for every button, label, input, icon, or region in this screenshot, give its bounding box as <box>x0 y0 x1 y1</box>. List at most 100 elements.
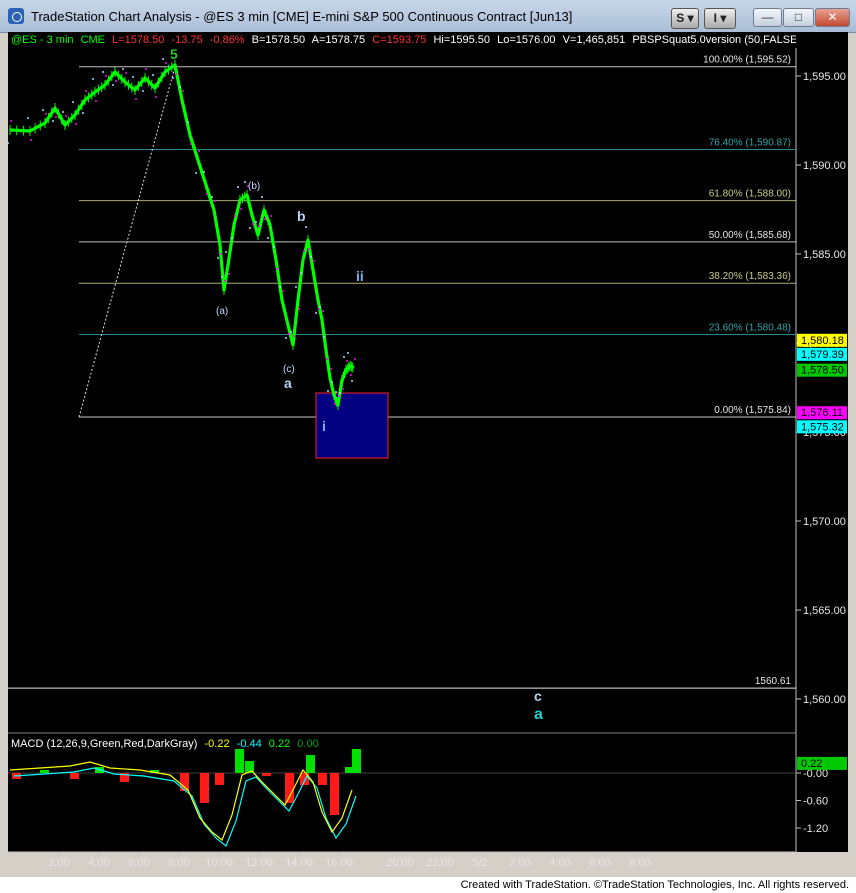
indicator-dot <box>182 90 184 92</box>
exchange: CME <box>80 34 106 46</box>
macd-histogram-bar <box>330 773 339 815</box>
indicator-dot <box>279 286 281 288</box>
indicator-dot <box>142 90 144 92</box>
indicator-dot <box>313 260 315 262</box>
indicator-dot <box>334 403 336 405</box>
price-flag-label: 1,580.18 <box>801 335 844 347</box>
indicator-dot <box>122 68 124 70</box>
indicator-dot <box>221 276 223 278</box>
price-tick-label: 1,565.00 <box>803 605 846 617</box>
indicator-dot <box>105 75 107 77</box>
indicator-dot <box>92 78 94 80</box>
indicator-dot <box>303 250 305 252</box>
indicator-dot <box>82 112 84 114</box>
indicator-dot <box>342 388 344 390</box>
indicator-dot <box>85 90 87 92</box>
indicator-dot <box>10 120 12 122</box>
wave-label: i <box>322 418 326 434</box>
wave-label: ii <box>356 268 364 284</box>
indicator-dot <box>264 218 266 220</box>
time-tick-label: 10:00 <box>205 857 233 869</box>
indicator-dot <box>282 290 284 292</box>
price-tick-label: 1,585.00 <box>803 249 846 261</box>
indicator-dot <box>214 200 216 202</box>
indicator-dot <box>135 98 137 100</box>
indicator-dot <box>203 171 205 173</box>
indicator-dot <box>179 86 181 88</box>
indicator-dot <box>240 208 242 210</box>
wave-label: a <box>284 375 292 391</box>
indicator-dot <box>65 115 67 117</box>
fib-level-label: 100.00% (1,595.52) <box>703 55 791 66</box>
indicator-dot <box>315 312 317 314</box>
time-tick-label: 8:00 <box>168 857 189 869</box>
wave-label: a <box>534 706 543 723</box>
wave-label: 5 <box>170 46 178 62</box>
time-tick-label: 4:00 <box>549 857 570 869</box>
time-tick-label: 20:00 <box>386 857 414 869</box>
indicator-dot <box>305 226 307 228</box>
indicator-dot <box>326 358 328 360</box>
indicator-dot <box>45 113 47 115</box>
indicator-dot <box>298 308 300 310</box>
macd-histogram-bar <box>262 773 271 776</box>
wave-label: (c) <box>283 364 295 375</box>
indicator-dot <box>234 215 236 217</box>
indicator-dot <box>252 223 254 225</box>
indicator-dot <box>112 84 114 86</box>
indicator-dot <box>343 356 345 358</box>
indicator-dot <box>162 58 164 60</box>
indicator-dot <box>350 374 352 376</box>
macd-label: MACD (12,26,9,Green,Red,DarkGray) <box>11 738 198 750</box>
wave-label: c <box>534 688 542 704</box>
indicator-dot <box>211 196 213 198</box>
indicator-dot <box>347 352 349 354</box>
time-tick-label: 22:00 <box>426 857 454 869</box>
indicator-dot <box>308 248 310 250</box>
indicator-dot <box>295 286 297 288</box>
indicator-dot <box>335 391 337 393</box>
price-tick-label: 1,570.00 <box>803 516 846 528</box>
indicator-dot <box>346 360 348 362</box>
indicator-dot <box>319 306 321 308</box>
high-price: Hi=1595.50 <box>433 34 491 46</box>
price-flag-label: 1,578.50 <box>801 365 844 377</box>
indicator-dot <box>190 143 192 145</box>
indicator-dot <box>273 246 275 248</box>
percent-change: -0.86% <box>209 34 245 46</box>
macd-histogram-bar <box>40 770 49 773</box>
indicator-dot <box>195 172 197 174</box>
indicator-dot <box>276 268 278 270</box>
price-chart[interactable]: 100.00% (1,595.52) 76.40% (1,590.87) 61.80… <box>0 0 856 893</box>
macd-histogram-bar <box>200 773 209 803</box>
indicator-dot <box>217 257 219 259</box>
fib-level-label: 50.00% (1,585.68) <box>709 230 791 241</box>
indicator-dot <box>258 225 260 227</box>
indicator-dot <box>322 310 324 312</box>
indicator-dot <box>30 139 32 141</box>
indicator-dot <box>145 68 147 70</box>
macd-histogram-bar <box>285 773 294 803</box>
time-tick-label: 5/2 <box>472 857 487 869</box>
last-price: L=1578.50 <box>112 34 165 46</box>
fib-level-label: 0.00% (1,575.84) <box>714 405 791 416</box>
indicator-dot <box>225 251 227 253</box>
indicator-dot <box>244 181 246 183</box>
indicator-dot <box>125 72 127 74</box>
indicator-dot <box>310 256 312 258</box>
ask-price: A=1578.75 <box>311 34 366 46</box>
indicator-dot <box>55 116 57 118</box>
indicator-dot <box>62 111 64 113</box>
indicator-dot <box>330 368 332 370</box>
indicator-dot <box>249 227 251 229</box>
low-price: Lo=1576.00 <box>497 34 556 46</box>
macd-flag-label: 0.22 <box>801 758 822 770</box>
indicator-dot <box>339 392 341 394</box>
indicator-name: PBSPSquat5.0version (50,FALSE,15( ... <box>632 34 796 46</box>
macd-tick-label: -1.20 <box>803 823 828 835</box>
price-tick-label: 1,595.00 <box>803 71 846 83</box>
macd-tick-label: -0.60 <box>803 796 828 808</box>
indicator-dot <box>155 96 157 98</box>
time-tick-label: 4:00 <box>88 857 109 869</box>
indicator-dot <box>206 193 208 195</box>
